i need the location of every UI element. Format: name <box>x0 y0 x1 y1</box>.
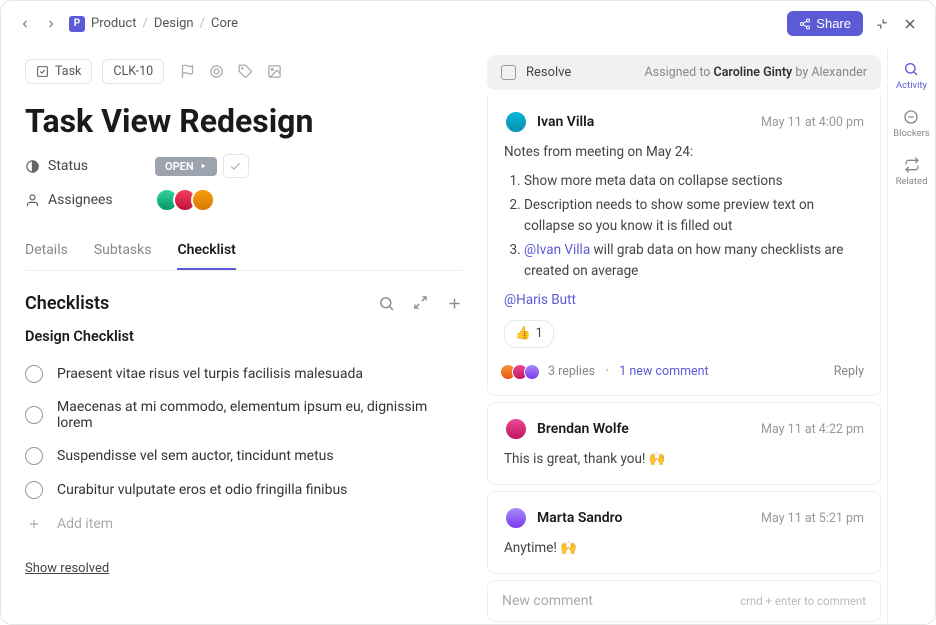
new-comment-link[interactable]: 1 new comment <box>619 362 708 381</box>
status-pill[interactable]: OPEN <box>155 157 217 176</box>
add-icon[interactable] <box>446 295 463 312</box>
rail-tab-related[interactable]: Related <box>896 157 928 187</box>
breadcrumb: P Product / Design / Core <box>69 16 238 32</box>
flag-icon[interactable] <box>180 64 195 79</box>
breadcrumb-item[interactable]: Design <box>154 16 194 31</box>
avatar[interactable] <box>191 188 215 212</box>
comment-card: Brendan Wolfe May 11 at 4:22 pm This is … <box>487 402 881 485</box>
checklist-item-text: Curabitur vulputate eros et odio fringil… <box>57 482 347 498</box>
checklist-title: Design Checklist <box>25 328 463 345</box>
resolve-checkbox[interactable] <box>501 65 516 80</box>
share-button[interactable]: Share <box>787 11 863 36</box>
mention[interactable]: @Haris Butt <box>504 292 576 308</box>
checklist-item[interactable]: Maecenas at mi commodo, elementum ipsum … <box>25 391 463 439</box>
checklist-item-text: Suspendisse vel sem auctor, tincidunt me… <box>57 448 334 464</box>
show-resolved-link[interactable]: Show resolved <box>25 561 463 576</box>
checkbox-circle[interactable] <box>25 365 43 383</box>
target-icon[interactable] <box>209 64 224 79</box>
comment-time: May 11 at 4:00 pm <box>761 115 864 130</box>
share-label: Share <box>816 16 851 31</box>
breadcrumb-item[interactable]: Core <box>211 16 238 31</box>
tab-subtasks[interactable]: Subtasks <box>94 232 152 270</box>
assignees-label: Assignees <box>48 192 113 208</box>
reply-count[interactable]: 3 replies <box>548 362 595 381</box>
checklist-item[interactable]: Praesent vitae risus vel turpis facilisi… <box>25 357 463 391</box>
task-id-badge[interactable]: CLK-10 <box>102 59 164 84</box>
comment-composer[interactable]: New comment cmd + enter to comment <box>487 580 881 622</box>
comment-author: Ivan Villa <box>537 114 594 130</box>
avatar[interactable] <box>504 417 528 441</box>
assigned-to: Assigned to Caroline Ginty by Alexander <box>645 65 867 80</box>
reply-button[interactable]: Reply <box>834 362 864 381</box>
tab-checklist[interactable]: Checklist <box>177 232 235 270</box>
breadcrumb-item[interactable]: Product <box>91 16 136 31</box>
search-icon[interactable] <box>378 295 395 312</box>
avatar[interactable] <box>504 110 528 134</box>
page-title: Task View Redesign <box>25 102 463 140</box>
task-badge[interactable]: Task <box>25 59 92 84</box>
product-icon: P <box>69 16 85 32</box>
status-check-button[interactable] <box>223 154 249 178</box>
comment-author: Marta Sandro <box>537 510 622 526</box>
tab-details[interactable]: Details <box>25 232 68 270</box>
rail-tab-blockers[interactable]: Blockers <box>893 109 930 139</box>
checklist-item-text: Maecenas at mi commodo, elementum ipsum … <box>57 399 463 431</box>
comment-time: May 11 at 5:21 pm <box>761 511 864 526</box>
comment-card: Ivan Villa May 11 at 4:00 pm Notes from … <box>487 96 881 396</box>
status-label: Status <box>48 158 88 174</box>
nav-forward-icon[interactable] <box>43 16 59 32</box>
checkbox-circle[interactable] <box>25 406 43 424</box>
image-icon[interactable] <box>267 64 282 79</box>
checkbox-circle[interactable] <box>25 481 43 499</box>
checklist-item-text: Praesent vitae risus vel turpis facilisi… <box>57 366 363 382</box>
mention[interactable]: @Ivan Villa <box>524 242 590 258</box>
avatar[interactable] <box>504 506 528 530</box>
tag-icon[interactable] <box>238 64 253 79</box>
comment-card: Marta Sandro May 11 at 5:21 pm Anytime! … <box>487 491 881 574</box>
comment-author: Brendan Wolfe <box>537 421 629 437</box>
expand-icon[interactable] <box>413 295 428 312</box>
nav-back-icon[interactable] <box>17 16 33 32</box>
add-item-button[interactable]: Add item <box>25 507 463 541</box>
checkbox-circle[interactable] <box>25 447 43 465</box>
checklist-item[interactable]: Suspendisse vel sem auctor, tincidunt me… <box>25 439 463 473</box>
resolve-label: Resolve <box>526 65 571 80</box>
assignees-avatars[interactable] <box>155 188 215 212</box>
collapse-icon[interactable] <box>873 15 891 33</box>
close-icon[interactable] <box>901 15 919 33</box>
checklists-heading: Checklists <box>25 293 109 314</box>
rail-tab-activity[interactable]: Activity <box>896 61 927 91</box>
comment-time: May 11 at 4:22 pm <box>761 422 864 437</box>
checklist-item[interactable]: Curabitur vulputate eros et odio fringil… <box>25 473 463 507</box>
reaction-pill[interactable]: 👍1 <box>504 320 554 347</box>
